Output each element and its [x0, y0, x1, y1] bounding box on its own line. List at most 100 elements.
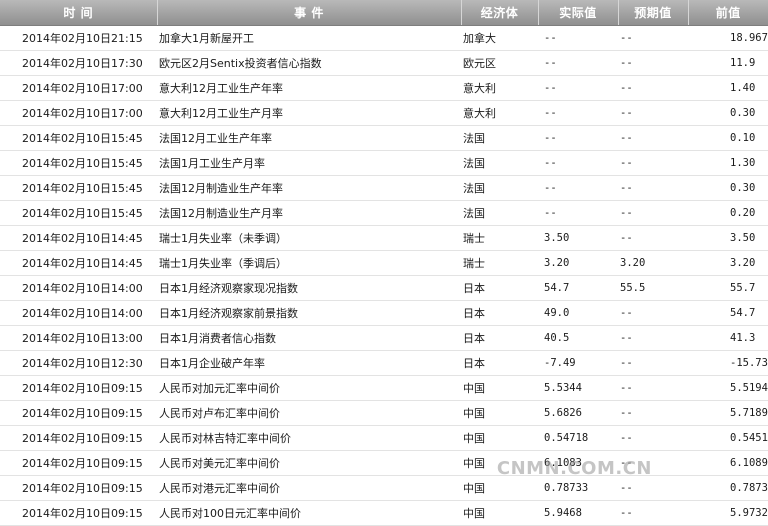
country-cell: 中国: [461, 500, 538, 526]
table-row: 2014年02月10日14:45 瑞士1月失业率（季调后） 瑞士 3.20 3.20 3.…: [0, 250, 768, 276]
table-row: 2014年02月10日17:30 欧元区2月Sentix投资者信心指数 欧元区 -- -…: [0, 50, 768, 76]
previous-value-cell: 0.54517: [688, 425, 768, 451]
expected-value-cell: --: [618, 400, 688, 426]
actual-value-cell: --: [538, 25, 618, 51]
actual-value-cell: 3.50: [538, 225, 618, 251]
expected-value-cell: --: [618, 200, 688, 226]
expected-value-cell: --: [618, 175, 688, 201]
previous-value-cell: 0.30: [688, 100, 768, 126]
actual-value-cell: 0.78733: [538, 475, 618, 501]
previous-value-cell: 5.7189: [688, 400, 768, 426]
event-cell: 瑞士1月失业率（未季调）: [157, 225, 461, 251]
previous-value-cell: 5.5194: [688, 375, 768, 401]
actual-value-cell: 3.20: [538, 250, 618, 276]
table-row: 2014年02月10日17:00 意大利12月工业生产月率 意大利 -- -- 0.30: [0, 100, 768, 126]
column-header-time[interactable]: 时 间: [0, 0, 158, 26]
event-cell: 法国12月工业生产年率: [157, 125, 461, 151]
event-cell: 人民币对100日元汇率中间价: [157, 500, 461, 526]
actual-value-cell: 5.5344: [538, 375, 618, 401]
table-row: 2014年02月10日09:15 人民币对美元汇率中间价 中国 6.1083 -- 6.1…: [0, 450, 768, 476]
actual-value-cell: --: [538, 125, 618, 151]
column-header-event[interactable]: 事 件: [157, 0, 462, 26]
event-cell: 日本1月经济观察家前景指数: [157, 300, 461, 326]
time-cell: 2014年02月10日17:00: [0, 75, 157, 101]
country-cell: 意大利: [461, 75, 538, 101]
event-cell: 人民币对港元汇率中间价: [157, 475, 461, 501]
site-watermark: CNMN.COM.CN: [496, 458, 652, 479]
table-row: 2014年02月10日15:45 法国12月制造业生产月率 法国 -- -- 0.20: [0, 200, 768, 226]
table-row: 2014年02月10日13:00 日本1月消费者信心指数 日本 40.5 -- 41.3: [0, 325, 768, 351]
previous-value-cell: 41.3: [688, 325, 768, 351]
table-row: 2014年02月10日15:45 法国12月工业生产年率 法国 -- -- 0.10: [0, 125, 768, 151]
column-header-previous[interactable]: 前值: [688, 0, 768, 26]
actual-value-cell: --: [538, 200, 618, 226]
actual-value-cell: 54.7: [538, 275, 618, 301]
expected-value-cell: --: [618, 225, 688, 251]
event-cell: 法国12月制造业生产年率: [157, 175, 461, 201]
country-cell: 中国: [461, 475, 538, 501]
previous-value-cell: 3.20: [688, 250, 768, 276]
country-cell: 中国: [461, 425, 538, 451]
time-cell: 2014年02月10日14:45: [0, 225, 157, 251]
event-cell: 人民币对美元汇率中间价: [157, 450, 461, 476]
actual-value-cell: 0.54718: [538, 425, 618, 451]
expected-value-cell: --: [618, 150, 688, 176]
expected-value-cell: --: [618, 375, 688, 401]
time-cell: 2014年02月10日14:00: [0, 275, 157, 301]
actual-value-cell: 5.9468: [538, 500, 618, 526]
event-cell: 意大利12月工业生产年率: [157, 75, 461, 101]
column-header-expected[interactable]: 预期值: [618, 0, 689, 26]
time-cell: 2014年02月10日17:00: [0, 100, 157, 126]
expected-value-cell: 55.5: [618, 275, 688, 301]
actual-value-cell: 40.5: [538, 325, 618, 351]
event-cell: 瑞士1月失业率（季调后）: [157, 250, 461, 276]
table-row: 2014年02月10日09:15 人民币对加元汇率中间价 中国 5.5344 -- 5.5…: [0, 375, 768, 401]
table-row: 2014年02月10日17:00 意大利12月工业生产年率 意大利 -- -- 1.40: [0, 75, 768, 101]
previous-value-cell: 1.40: [688, 75, 768, 101]
country-cell: 法国: [461, 125, 538, 151]
table-row: 2014年02月10日14:00 日本1月经济观察家前景指数 日本 49.0 -- 54.…: [0, 300, 768, 326]
expected-value-cell: --: [618, 125, 688, 151]
country-cell: 意大利: [461, 100, 538, 126]
country-cell: 瑞士: [461, 250, 538, 276]
expected-value-cell: --: [618, 350, 688, 376]
table-header-row: 时 间 事 件 经济体 实际值 预期值 前值: [0, 0, 768, 26]
expected-value-cell: --: [618, 75, 688, 101]
previous-value-cell: 11.9: [688, 50, 768, 76]
table-row: 2014年02月10日14:00 日本1月经济观察家现况指数 日本 54.7 55.5 5…: [0, 275, 768, 301]
event-cell: 日本1月经济观察家现况指数: [157, 275, 461, 301]
event-cell: 法国12月制造业生产月率: [157, 200, 461, 226]
country-cell: 法国: [461, 150, 538, 176]
event-cell: 日本1月企业破产年率: [157, 350, 461, 376]
table-row: 2014年02月10日09:15 人民币对100日元汇率中间价 中国 5.9468 --…: [0, 500, 768, 526]
expected-value-cell: --: [618, 500, 688, 526]
previous-value-cell: 0.30: [688, 175, 768, 201]
table-row: 2014年02月10日09:15 人民币对港元汇率中间价 中国 0.78733 -- 0.…: [0, 475, 768, 501]
previous-value-cell: 54.7: [688, 300, 768, 326]
previous-value-cell: 55.7: [688, 275, 768, 301]
time-cell: 2014年02月10日17:30: [0, 50, 157, 76]
country-cell: 日本: [461, 275, 538, 301]
expected-value-cell: --: [618, 300, 688, 326]
expected-value-cell: --: [618, 325, 688, 351]
country-cell: 瑞士: [461, 225, 538, 251]
event-cell: 加拿大1月新屋开工: [157, 25, 461, 51]
previous-value-cell: -15.73: [688, 350, 768, 376]
table-row: 2014年02月10日09:15 人民币对林吉特汇率中间价 中国 0.54718 -- 0…: [0, 425, 768, 451]
event-cell: 意大利12月工业生产月率: [157, 100, 461, 126]
table-row: 2014年02月10日21:15 加拿大1月新屋开工 加拿大 -- -- 18.967: [0, 25, 768, 51]
time-cell: 2014年02月10日09:15: [0, 475, 157, 501]
country-cell: 欧元区: [461, 50, 538, 76]
time-cell: 2014年02月10日09:15: [0, 450, 157, 476]
event-cell: 人民币对卢布汇率中间价: [157, 400, 461, 426]
previous-value-cell: 18.967: [688, 25, 768, 51]
column-header-country[interactable]: 经济体: [461, 0, 539, 26]
actual-value-cell: --: [538, 50, 618, 76]
event-cell: 人民币对加元汇率中间价: [157, 375, 461, 401]
actual-value-cell: --: [538, 175, 618, 201]
time-cell: 2014年02月10日15:45: [0, 175, 157, 201]
column-header-actual[interactable]: 实际值: [538, 0, 619, 26]
previous-value-cell: 0.78733: [688, 475, 768, 501]
country-cell: 中国: [461, 400, 538, 426]
country-cell: 日本: [461, 300, 538, 326]
